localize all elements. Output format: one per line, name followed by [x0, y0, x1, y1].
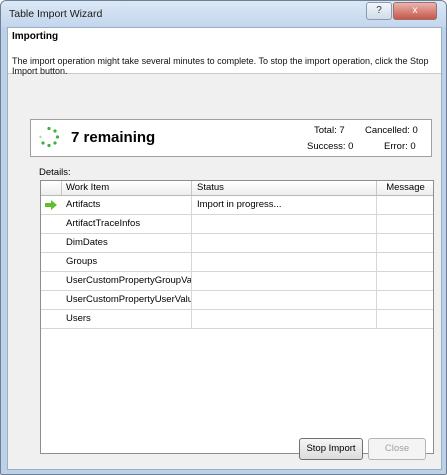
page-title: Importing [12, 31, 59, 42]
status-cell [193, 215, 377, 233]
table-row[interactable]: UserCustomPropertyUserValues [41, 291, 433, 310]
status-panel: 7 remaining Total: 7 Cancelled: 0 Succes… [30, 119, 432, 157]
message-cell [378, 253, 433, 271]
title-bar[interactable]: Table Import Wizard ? x [1, 1, 446, 27]
table-row[interactable]: Artifacts Import in progress... [41, 196, 433, 215]
table-row[interactable]: DimDates [41, 234, 433, 253]
column-header-work-item[interactable]: Work Item [62, 181, 192, 195]
close-button[interactable]: Close [368, 438, 426, 460]
status-cell [193, 253, 377, 271]
work-item-cell: Groups [62, 253, 192, 271]
loading-spinner-icon [39, 126, 60, 148]
help-button[interactable]: ? [366, 2, 392, 20]
table-row[interactable]: ArtifactTraceInfos [41, 215, 433, 234]
page-description: The import operation might take several … [12, 56, 429, 76]
window-close-button[interactable]: x [393, 2, 437, 20]
header-band: Importing The import operation might tak… [8, 28, 441, 76]
work-item-cell: Users [62, 310, 192, 328]
window-title: Table Import Wizard [9, 8, 103, 20]
work-item-cell: ArtifactTraceInfos [62, 215, 192, 233]
table-row[interactable]: Groups [41, 253, 433, 272]
work-item-cell: DimDates [62, 234, 192, 252]
dialog-window: Table Import Wizard ? x Importing The im… [0, 0, 447, 475]
work-item-cell: Artifacts [62, 196, 192, 214]
table-row[interactable]: Users [41, 310, 433, 329]
status-cell: Import in progress... [193, 196, 377, 214]
remaining-count: 7 remaining [71, 129, 156, 146]
status-cell [193, 234, 377, 252]
success-count: Success: 0 [307, 141, 354, 152]
error-count: Error: 0 [384, 141, 416, 152]
total-count: Total: 7 [314, 125, 345, 136]
dialog-body: Importing The import operation might tak… [7, 27, 442, 470]
details-grid[interactable]: Work Item Status Message Artifacts Impor… [40, 180, 434, 454]
cancelled-count: Cancelled: 0 [365, 125, 418, 136]
current-row-arrow-icon [45, 200, 57, 210]
message-cell [378, 234, 433, 252]
table-row[interactable]: UserCustomPropertyGroupVal... [41, 272, 433, 291]
stop-import-button[interactable]: Stop Import [299, 438, 363, 460]
column-header-status[interactable]: Status [193, 181, 377, 195]
message-cell [378, 291, 433, 309]
work-item-cell: UserCustomPropertyUserValues [62, 291, 192, 309]
work-item-cell: UserCustomPropertyGroupVal... [62, 272, 192, 290]
message-cell [378, 215, 433, 233]
column-header-message[interactable]: Message [378, 181, 433, 195]
details-label: Details: [39, 167, 71, 178]
message-cell [378, 272, 433, 290]
status-cell [193, 291, 377, 309]
message-cell [378, 196, 433, 214]
status-cell [193, 310, 377, 328]
status-cell [193, 272, 377, 290]
message-cell [378, 310, 433, 328]
grid-header-indicator [41, 181, 62, 195]
grid-header: Work Item Status Message [41, 181, 433, 196]
